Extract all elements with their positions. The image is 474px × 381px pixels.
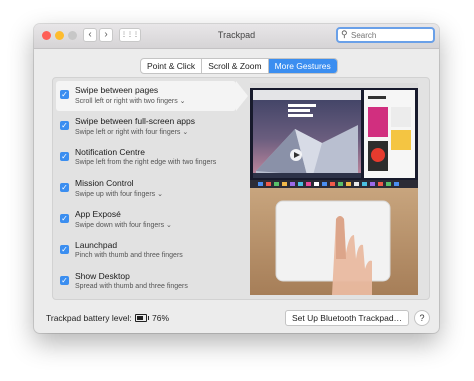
- gesture-preview-video: [250, 83, 418, 295]
- gesture-name: Mission Control: [75, 178, 134, 188]
- checkbox[interactable]: ✓: [60, 214, 69, 223]
- search-icon: ⚲: [341, 29, 348, 39]
- battery-percent: 76%: [152, 313, 170, 323]
- gesture-app-expose[interactable]: ✓ App Exposé Swipe down with four finger…: [56, 205, 236, 235]
- preview-illustration: [250, 83, 418, 295]
- tab-bar: Point & Click Scroll & Zoom More Gesture…: [140, 58, 338, 74]
- gesture-name: Swipe between pages: [75, 85, 159, 95]
- gesture-description: Pinch with thumb and three fingers: [75, 252, 183, 259]
- trackpad-preferences-window: ‹ › ⋮⋮⋮ Trackpad ⚲ Point & Click Scroll …: [34, 24, 439, 333]
- gesture-swipe-full-screen-apps[interactable]: ✓ Swipe between full-screen apps Swipe l…: [56, 112, 236, 142]
- title-bar: ‹ › ⋮⋮⋮ Trackpad ⚲: [34, 24, 439, 49]
- gestures-panel: ✓ Swipe between pages Scroll left or rig…: [52, 77, 430, 300]
- gesture-description-dropdown[interactable]: Swipe left or right with four fingers ⌄: [75, 128, 188, 136]
- gesture-name: Swipe between full-screen apps: [75, 116, 196, 126]
- gesture-description-dropdown[interactable]: Swipe up with four fingers ⌄: [75, 190, 163, 198]
- gesture-name: Show Desktop: [75, 271, 130, 281]
- checkbox[interactable]: ✓: [60, 90, 69, 99]
- battery-level-label: Trackpad battery level:: [46, 313, 132, 323]
- tab-more-gestures[interactable]: More Gestures: [268, 59, 337, 73]
- checkbox[interactable]: ✓: [60, 183, 69, 192]
- gesture-swipe-between-pages[interactable]: ✓ Swipe between pages Scroll left or rig…: [56, 81, 236, 111]
- checkbox[interactable]: ✓: [60, 152, 69, 161]
- selection-pointer: [236, 81, 248, 111]
- setup-bluetooth-trackpad-button[interactable]: Set Up Bluetooth Trackpad…: [285, 310, 409, 326]
- gesture-mission-control[interactable]: ✓ Mission Control Swipe up with four fin…: [56, 174, 236, 204]
- gesture-show-desktop[interactable]: ✓ Show Desktop Spread with thumb and thr…: [56, 267, 236, 297]
- gesture-notification-centre[interactable]: ✓ Notification Centre Swipe left from th…: [56, 143, 236, 173]
- checkbox[interactable]: ✓: [60, 121, 69, 130]
- gesture-name: Launchpad: [75, 240, 118, 250]
- battery-icon: [135, 314, 149, 322]
- gesture-description: Swipe left from the right edge with two …: [75, 159, 217, 166]
- gesture-description-dropdown[interactable]: Scroll left or right with two fingers ⌄: [75, 97, 186, 105]
- checkbox[interactable]: ✓: [60, 276, 69, 285]
- tab-scroll-zoom[interactable]: Scroll & Zoom: [202, 59, 269, 73]
- search-input[interactable]: [351, 30, 429, 41]
- gesture-description: Spread with thumb and three fingers: [75, 283, 188, 290]
- checkbox[interactable]: ✓: [60, 245, 69, 254]
- battery-fill: [137, 316, 144, 320]
- search-field[interactable]: ⚲: [336, 27, 435, 43]
- gesture-name: Notification Centre: [75, 147, 145, 157]
- tab-point-click[interactable]: Point & Click: [141, 59, 203, 73]
- help-button[interactable]: ?: [414, 310, 430, 326]
- gesture-description-dropdown[interactable]: Swipe down with four fingers ⌄: [75, 221, 172, 229]
- gesture-launchpad[interactable]: ✓ Launchpad Pinch with thumb and three f…: [56, 236, 236, 266]
- gesture-name: App Exposé: [75, 209, 121, 219]
